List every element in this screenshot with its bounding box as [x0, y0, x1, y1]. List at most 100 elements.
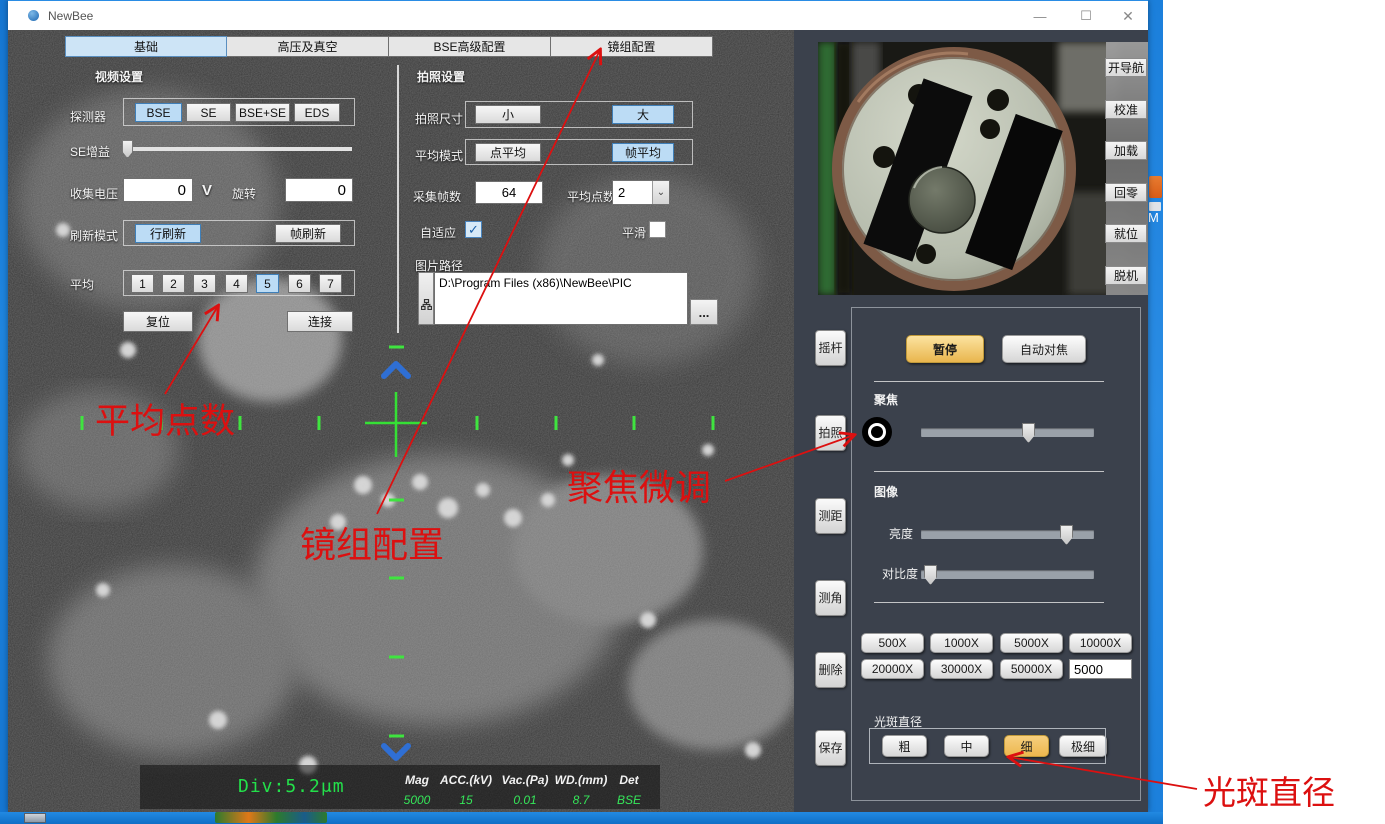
annotation-lens-config: 镜组配置	[300, 516, 444, 568]
maximize-button[interactable]: ☐	[1066, 1, 1106, 31]
collect-voltage-label: 收集电压	[70, 185, 118, 202]
avg-points-label: 平均点数	[567, 188, 615, 205]
average-5-button[interactable]: 5	[256, 274, 279, 293]
spot-diameter-group	[869, 728, 1106, 764]
calibrate-button[interactable]: 校准	[1105, 100, 1147, 119]
measure-distance-button[interactable]: 测距	[815, 498, 846, 534]
mag-5000x-button[interactable]: 5000X	[1000, 633, 1063, 653]
frames-input[interactable]	[475, 181, 543, 204]
pause-button[interactable]: 暂停	[906, 335, 984, 363]
average-1-button[interactable]: 1	[131, 274, 154, 293]
smooth-checkbox[interactable]	[649, 221, 666, 238]
focus-slider[interactable]	[921, 428, 1094, 437]
contrast-slider-thumb[interactable]	[924, 565, 937, 585]
desktop-strip-left	[0, 0, 8, 824]
path-icon-button[interactable]	[418, 272, 434, 325]
adaptive-label: 自适应	[420, 224, 456, 241]
detector-bse-se-button[interactable]: BSE+SE	[235, 103, 290, 122]
mag-50000x-button[interactable]: 50000X	[1000, 659, 1063, 679]
stat-det-header: Det	[602, 773, 656, 787]
mag-20000x-button[interactable]: 20000X	[861, 659, 924, 679]
collect-voltage-input[interactable]	[123, 178, 193, 202]
reset-button[interactable]: 复位	[123, 311, 193, 332]
average-3-button[interactable]: 3	[193, 274, 216, 293]
in-position-button[interactable]: 就位	[1105, 224, 1147, 243]
divider	[874, 381, 1104, 382]
detector-label: 探测器	[70, 108, 106, 125]
return-zero-button[interactable]: 回零	[1105, 183, 1147, 202]
config-tabs: 基础 高压及真空 BSE高级配置 镜组配置	[65, 36, 713, 57]
open-navigation-button[interactable]: 开导航	[1105, 58, 1147, 77]
average-2-button[interactable]: 2	[162, 274, 185, 293]
desktop-strip-right	[1148, 0, 1163, 824]
measure-angle-button[interactable]: 测角	[815, 580, 846, 616]
delete-button[interactable]: 删除	[815, 652, 846, 688]
minimize-button[interactable]: —	[1020, 1, 1060, 31]
magnification-input[interactable]	[1069, 659, 1132, 679]
connect-button[interactable]: 连接	[287, 311, 353, 332]
avg-points-value: 2	[613, 181, 652, 204]
joystick-button[interactable]: 摇杆	[815, 330, 846, 366]
stat-vac: Vac.(Pa) 0.01	[495, 773, 555, 807]
detector-bse-button[interactable]: BSE	[135, 103, 182, 122]
average-6-button[interactable]: 6	[288, 274, 311, 293]
rotation-input[interactable]	[285, 178, 353, 202]
point-average-button[interactable]: 点平均	[475, 143, 541, 162]
mag-10000x-button[interactable]: 10000X	[1069, 633, 1132, 653]
divider	[874, 471, 1104, 472]
autofocus-button[interactable]: 自动对焦	[1002, 335, 1086, 363]
chevron-down-icon	[384, 746, 408, 758]
browse-button[interactable]: ...	[690, 299, 718, 325]
take-photo-button[interactable]: 拍照	[815, 415, 846, 451]
taskbar[interactable]	[0, 812, 1163, 824]
stat-vac-header: Vac.(Pa)	[495, 773, 555, 787]
image-path-value[interactable]: D:\Program Files (x86)\NewBee\PIC	[434, 272, 688, 325]
brightness-slider-thumb[interactable]	[1060, 525, 1073, 545]
save-button[interactable]: 保存	[815, 730, 846, 766]
sitemap-icon	[421, 299, 432, 310]
panel-divider	[397, 65, 399, 333]
contrast-slider[interactable]	[921, 570, 1094, 579]
video-settings-title: 视频设置	[95, 68, 143, 85]
taskbar-app-icon[interactable]	[215, 812, 327, 823]
stat-acc: ACC.(kV) 15	[436, 773, 496, 807]
right-control-panel: 开导航 校准 加载 回零 就位 脱机 摇杆 拍照 测距 测角 删除 保存 暂停 …	[795, 30, 1148, 812]
sem-status-bar: Div:5.2μm Mag 5000 ACC.(kV) 15 Vac.(Pa) …	[140, 765, 660, 809]
load-button[interactable]: 加载	[1105, 141, 1147, 160]
average-7-button[interactable]: 7	[319, 274, 342, 293]
tab-hv-vacuum[interactable]: 高压及真空	[227, 36, 389, 57]
desktop-app-icon[interactable]	[1149, 176, 1162, 198]
chevron-down-icon: ⌄	[652, 181, 669, 204]
focus-slider-thumb[interactable]	[1022, 423, 1035, 443]
refresh-line-button[interactable]: 行刷新	[135, 224, 201, 243]
size-large-button[interactable]: 大	[612, 105, 674, 124]
rotation-label: 旋转	[232, 185, 256, 202]
average-4-button[interactable]: 4	[225, 274, 248, 293]
average-label: 平均	[70, 276, 94, 293]
app-icon	[28, 10, 39, 21]
tab-bse-advanced[interactable]: BSE高级配置	[389, 36, 551, 57]
size-small-button[interactable]: 小	[475, 105, 541, 124]
mag-1000x-button[interactable]: 1000X	[930, 633, 993, 653]
tab-basic[interactable]: 基础	[65, 36, 227, 57]
frame-average-button[interactable]: 帧平均	[612, 143, 674, 162]
refresh-frame-button[interactable]: 帧刷新	[275, 224, 341, 243]
chevron-up-icon	[384, 364, 408, 376]
div-scale-label: Div:5.2μm	[238, 776, 345, 797]
detector-se-button[interactable]: SE	[186, 103, 231, 122]
adaptive-checkbox[interactable]: ✓	[465, 221, 482, 238]
mag-30000x-button[interactable]: 30000X	[930, 659, 993, 679]
avg-points-dropdown[interactable]: 2 ⌄	[612, 180, 670, 205]
offline-button[interactable]: 脱机	[1105, 266, 1147, 285]
close-button[interactable]: ✕	[1108, 1, 1148, 31]
mag-500x-button[interactable]: 500X	[861, 633, 924, 653]
focus-fine-knob[interactable]	[862, 417, 892, 447]
detector-eds-button[interactable]: EDS	[294, 103, 340, 122]
control-group-box: 暂停 自动对焦 聚焦 图像 亮度 对比度 500X 1000	[851, 307, 1141, 801]
se-gain-slider[interactable]	[122, 147, 352, 151]
annotation-focus-trim: 聚焦微调	[567, 459, 711, 511]
screen: M NewBee — ☐ ✕	[0, 0, 1385, 824]
tab-lens-config[interactable]: 镜组配置	[551, 36, 713, 57]
taskbar-window-icon[interactable]	[24, 813, 46, 823]
voltage-unit-label: V	[202, 182, 212, 199]
